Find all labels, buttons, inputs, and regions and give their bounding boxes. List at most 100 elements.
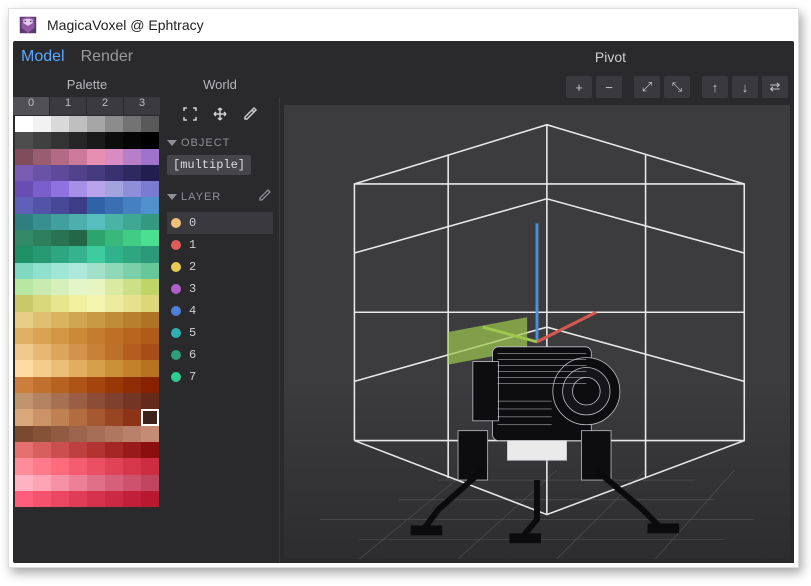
palette-swatch[interactable] [15,214,33,230]
palette-swatch[interactable] [15,181,33,197]
palette-swatch[interactable] [141,230,159,246]
layer-row-0[interactable]: 0 [167,212,273,234]
palette-swatch[interactable] [87,214,105,230]
palette-swatch[interactable] [15,393,33,409]
palette-swatch[interactable] [15,328,33,344]
palette-swatch[interactable] [123,442,141,458]
palette-swatch[interactable] [123,475,141,491]
palette-swatch[interactable] [51,475,69,491]
palette-swatch[interactable] [105,344,123,360]
palette-swatch[interactable] [87,409,105,425]
palette-swatch[interactable] [123,116,141,132]
palette-swatch[interactable] [51,132,69,148]
palette-swatch[interactable] [123,344,141,360]
palette-swatch[interactable] [105,149,123,165]
palette-swatch[interactable] [141,360,159,376]
expand-button[interactable]: ⤢ [634,76,660,98]
palette-swatch[interactable] [33,409,51,425]
palette-swatch[interactable] [123,149,141,165]
eyedropper-icon[interactable] [239,103,261,125]
object-value[interactable]: [multiple] [167,155,251,175]
palette-swatch[interactable] [69,279,87,295]
palette-swatch[interactable] [15,165,33,181]
palette-swatch[interactable] [123,360,141,376]
palette-swatch[interactable] [141,214,159,230]
palette-swatch[interactable] [69,312,87,328]
palette-swatch[interactable] [69,442,87,458]
palette-swatch[interactable] [123,491,141,507]
palette-swatch[interactable] [141,312,159,328]
palette-swatch[interactable] [51,442,69,458]
palette-swatch[interactable] [33,426,51,442]
palette-swatch[interactable] [123,409,141,425]
palette-swatch[interactable] [33,344,51,360]
palette-swatch[interactable] [123,426,141,442]
palette-swatch[interactable] [51,360,69,376]
palette-swatch[interactable] [105,312,123,328]
palette-swatch[interactable] [123,181,141,197]
fit-icon[interactable] [179,103,201,125]
palette-swatch[interactable] [51,312,69,328]
palette-swatch[interactable] [141,442,159,458]
palette-swatch[interactable] [33,360,51,376]
palette-swatch[interactable] [123,458,141,474]
palette-swatch[interactable] [15,442,33,458]
palette-swatch[interactable] [141,328,159,344]
palette-swatch[interactable] [105,442,123,458]
palette-swatch[interactable] [69,360,87,376]
palette-swatch[interactable] [141,458,159,474]
palette-swatch[interactable] [141,132,159,148]
palette-swatch[interactable] [51,116,69,132]
palette-swatch[interactable] [15,132,33,148]
layer-row-4[interactable]: 4 [167,300,273,322]
palette-swatch[interactable] [87,230,105,246]
palette-swatch[interactable] [105,458,123,474]
palette-swatch[interactable] [105,491,123,507]
palette-swatch[interactable] [141,377,159,393]
palette-swatch[interactable] [33,149,51,165]
viewport-3d[interactable] [284,105,790,559]
palette-swatch[interactable] [123,230,141,246]
palette-swatch[interactable] [141,491,159,507]
palette-swatch[interactable] [105,409,123,425]
down-button[interactable]: ↓ [732,76,758,98]
palette-swatch[interactable] [123,312,141,328]
palette-swatch[interactable] [105,181,123,197]
palette-swatch[interactable] [69,344,87,360]
palette-swatch[interactable] [51,263,69,279]
palette-swatch[interactable] [105,263,123,279]
palette-swatch[interactable] [15,312,33,328]
palette-swatch[interactable] [141,197,159,213]
palette-swatch[interactable] [141,295,159,311]
palette-swatch[interactable] [33,377,51,393]
palette-swatch[interactable] [33,312,51,328]
palette-swatch[interactable] [123,132,141,148]
palette-swatch[interactable] [105,197,123,213]
pencil-icon[interactable] [257,187,273,206]
remove-button[interactable]: − [596,76,622,98]
palette-swatch[interactable] [69,230,87,246]
palette-swatch[interactable] [141,116,159,132]
palette-swatch[interactable] [15,426,33,442]
palette-swatch[interactable] [15,360,33,376]
palette-swatch[interactable] [33,328,51,344]
palette-swatch[interactable] [105,475,123,491]
layer-row-3[interactable]: 3 [167,278,273,300]
palette-swatch[interactable] [69,328,87,344]
palette-swatch[interactable] [15,344,33,360]
palette-tab-2[interactable]: 2 [87,97,124,115]
palette-swatch[interactable] [51,181,69,197]
palette-swatch[interactable] [87,377,105,393]
palette-swatch[interactable] [69,263,87,279]
palette-swatch[interactable] [51,344,69,360]
palette-swatch[interactable] [15,149,33,165]
palette-swatch[interactable] [87,491,105,507]
palette-swatch[interactable] [105,214,123,230]
palette-swatch[interactable] [123,393,141,409]
palette-swatch[interactable] [51,458,69,474]
palette-swatch[interactable] [51,197,69,213]
palette-swatch[interactable] [105,328,123,344]
palette-swatch[interactable] [69,181,87,197]
palette-swatch[interactable] [33,263,51,279]
layer-row-7[interactable]: 7 [167,366,273,388]
